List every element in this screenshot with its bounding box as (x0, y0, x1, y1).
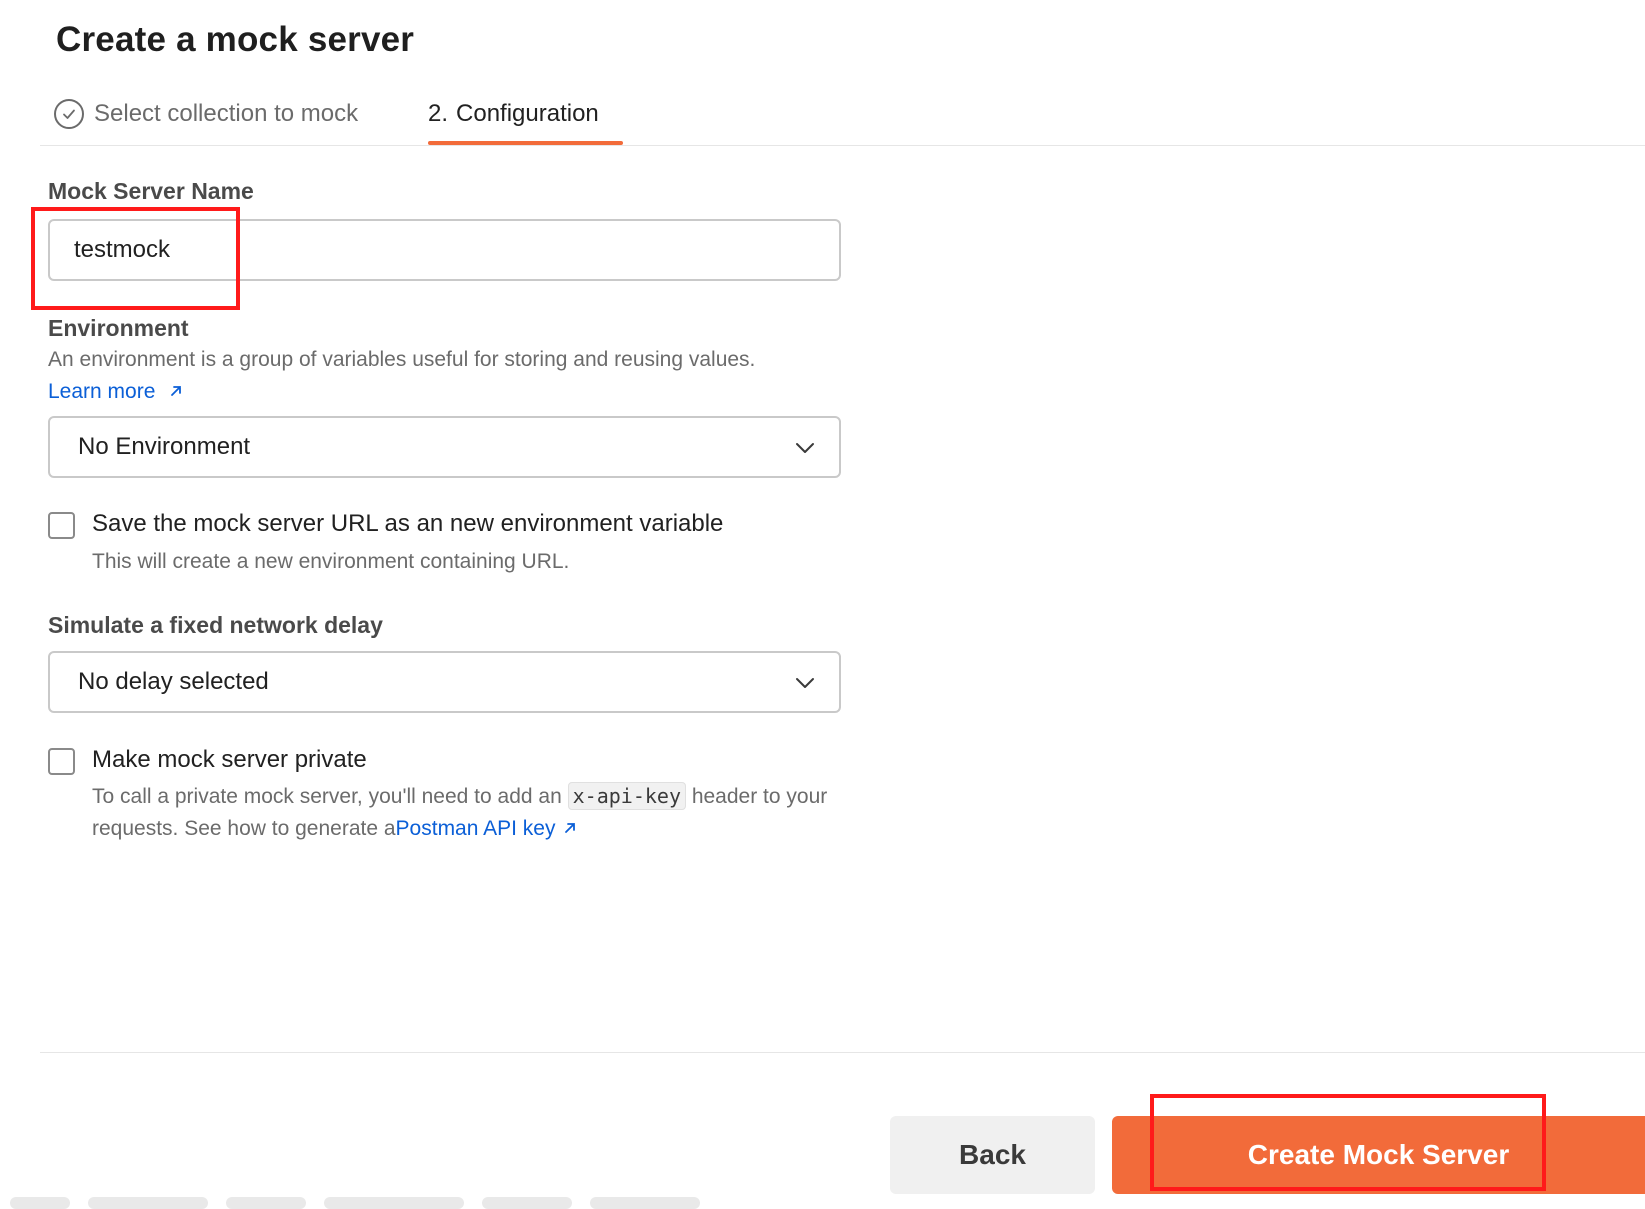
step-label: Configuration (456, 100, 599, 127)
environment-description: An environment is a group of variables u… (48, 348, 756, 371)
save-url-help: This will create a new environment conta… (92, 550, 570, 573)
learn-more-row: Learn more (48, 380, 183, 404)
mock-server-name-input[interactable] (48, 219, 841, 281)
network-delay-label: Simulate a fixed network delay (48, 612, 383, 638)
back-button[interactable]: Back (890, 1116, 1095, 1194)
chevron-down-icon (795, 433, 815, 461)
save-url-checkbox[interactable] (48, 512, 75, 539)
page-title: Create a mock server (56, 20, 415, 59)
private-checkbox[interactable] (48, 748, 75, 775)
external-link-icon (563, 813, 577, 845)
faded-background-text (10, 1188, 890, 1209)
learn-more-link[interactable]: Learn more (48, 380, 155, 403)
private-help: To call a private mock server, you'll ne… (92, 780, 852, 845)
check-circle-icon (54, 99, 84, 129)
environment-label: Environment (48, 315, 189, 341)
private-help-text-1: To call a private mock server, you'll ne… (92, 785, 568, 808)
delay-selected-value: No delay selected (78, 668, 269, 695)
step-number: 2. (428, 100, 449, 127)
network-delay-select[interactable]: No delay selected (48, 651, 841, 713)
chevron-down-icon (795, 668, 815, 696)
divider (40, 145, 1645, 146)
environment-selected-value: No Environment (78, 433, 251, 460)
create-mock-server-button[interactable]: Create Mock Server (1112, 1116, 1645, 1194)
step-label: Select collection to mock (94, 100, 359, 127)
environment-select[interactable]: No Environment (48, 416, 841, 478)
api-key-code: x-api-key (567, 782, 686, 810)
private-label: Make mock server private (92, 746, 367, 773)
step-configuration[interactable]: 2. Configuration (428, 84, 599, 144)
mock-server-name-label: Mock Server Name (48, 178, 254, 204)
step-select-collection[interactable]: Select collection to mock (54, 84, 358, 144)
external-link-icon (169, 380, 183, 404)
divider (40, 1052, 1645, 1053)
save-url-label: Save the mock server URL as an new envir… (92, 510, 724, 537)
postman-api-key-link[interactable]: Postman API key (396, 817, 556, 840)
